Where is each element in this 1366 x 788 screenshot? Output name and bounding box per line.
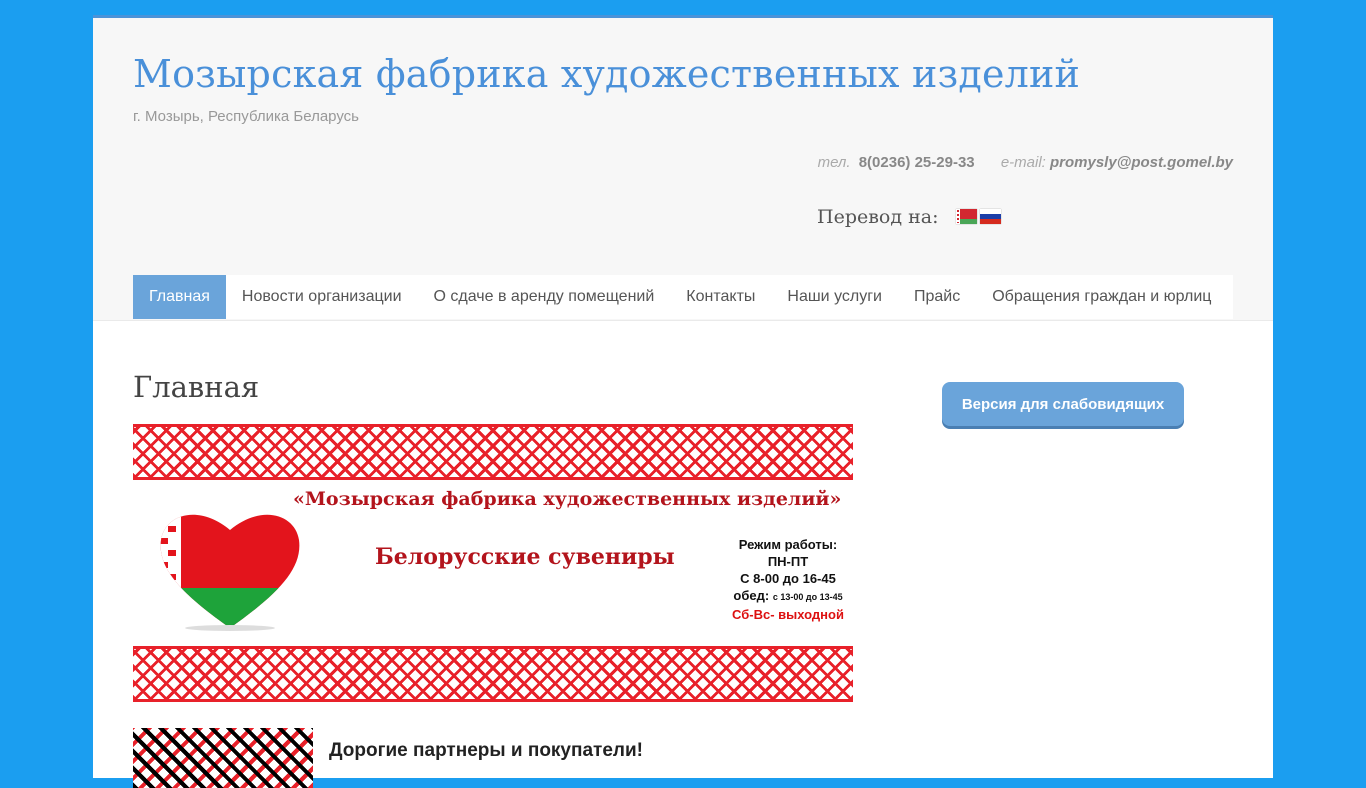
site-title[interactable]: Мозырская фабрика художественных изделий [133,52,1080,96]
nav-item-home[interactable]: Главная [133,275,226,319]
visually-impaired-button[interactable]: Версия для слабовидящих [942,382,1184,426]
nav-item-price[interactable]: Прайс [898,275,976,319]
belarus-flag-icon[interactable] [956,209,977,224]
weekend-info: Сб-Вс- выходной [732,607,844,622]
ornament-border-bottom [133,646,853,702]
hours-title: Режим работы: [738,537,838,552]
phone-label: тел. [817,154,851,171]
email-address[interactable]: promysly@post.gomel.by [1050,154,1233,171]
nav-item-services[interactable]: Наши услуги [771,275,898,319]
souvenir-banner: «Мозырская фабрика художественных издели… [133,424,853,702]
site-header: Мозырская фабрика художественных изделий… [93,18,1273,321]
lunch-label: обед: [733,588,770,603]
partners-banner: Дорогие партнеры и покупатели! [133,728,853,788]
banner-title: «Мозырская фабрика художественных издели… [293,488,842,510]
contact-info: тел. 8(0236) 25-29-33 e-mail: promysly@p… [817,154,1233,171]
banner-subtitle: Белорусские сувениры [375,544,675,570]
nav-item-rent[interactable]: О сдаче в аренду помещений [418,275,671,319]
page-title: Главная [133,370,260,404]
translate-label: Перевод на: [817,206,939,228]
nav-item-appeals[interactable]: Обращения граждан и юрлиц [976,275,1227,319]
working-hours: Режим работы: ПН-ПТ С 8-00 до 16-45 обед… [729,536,847,623]
page-container: Мозырская фабрика художественных изделий… [93,15,1273,788]
translate-flags [956,209,1001,224]
hours-days: ПН-ПТ [767,554,809,569]
lunch-time: с 13-00 до 13-45 [772,592,843,602]
main-nav: Главная Новости организации О сдаче в ар… [133,275,1233,319]
heart-flag-icon [160,514,300,631]
russia-flag-icon[interactable] [980,209,1001,224]
site-description: г. Мозырь, Республика Беларусь [133,108,359,125]
email-label: e-mail [1000,154,1042,171]
hours-time: С 8-00 до 16-45 [740,571,836,586]
nav-item-contacts[interactable]: Контакты [670,275,771,319]
ornament-border-top [133,424,853,480]
partners-greeting: Дорогие партнеры и покупатели! [329,740,643,761]
phone-number: 8(0236) 25-29-33 [858,154,975,171]
ornament-icon [133,728,313,788]
nav-item-news[interactable]: Новости организации [226,275,418,319]
